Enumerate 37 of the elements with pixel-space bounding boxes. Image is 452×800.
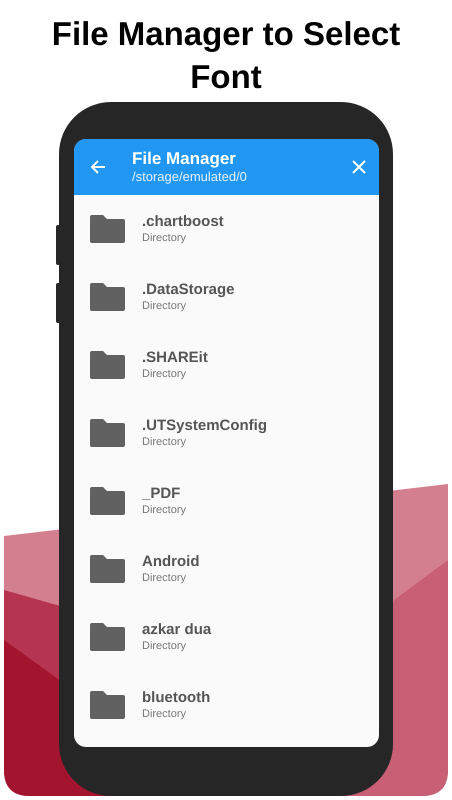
folder-icon [90,351,125,379]
folder-name: azkar dua [142,620,212,639]
folder-icon [90,691,125,719]
folder-icon [90,419,125,447]
entry-type: Directory [142,299,188,314]
folder-row[interactable]: .DataStorage Directory [74,263,379,331]
entry-type: Directory [142,231,188,246]
folder-row[interactable]: azkar dua Directory [74,603,379,671]
entry-type: Directory [142,435,188,450]
folder-row[interactable]: bluetooth Directory [74,671,379,739]
folder-name: .DataStorage [142,280,235,299]
folder-icon [90,215,125,243]
folder-name: _PDF [142,484,182,503]
folder-icon [90,555,125,583]
folder-name: Android [142,552,200,571]
current-path: /storage/emulated/0 [132,169,248,185]
headline: File Manager to Select Font [50,14,402,97]
entry-type: Directory [142,571,188,586]
back-arrow-icon [90,159,106,175]
folder-icon [90,283,125,311]
folder-icon [90,487,125,515]
folder-name: .SHAREit [142,348,208,367]
entry-type: Directory [142,503,186,518]
folder-name: .chartboost [142,212,224,231]
folder-row[interactable]: _PDF Directory [74,467,379,535]
folder-name: bluetooth [142,688,210,707]
entry-type: Directory [142,639,188,654]
folder-row[interactable]: Android Directory [74,535,379,603]
folder-row[interactable]: .SHAREit Directory [74,331,379,399]
folder-icon [90,623,125,651]
close-icon [352,160,366,174]
entry-type: Directory [142,367,188,382]
entry-type: Directory [142,707,188,722]
folder-row[interactable]: .UTSystemConfig Directory [74,399,379,467]
app-bar-title: File Manager [132,149,237,169]
folder-row[interactable]: .chartboost Directory [74,195,379,263]
folder-name: .UTSystemConfig [142,416,268,435]
